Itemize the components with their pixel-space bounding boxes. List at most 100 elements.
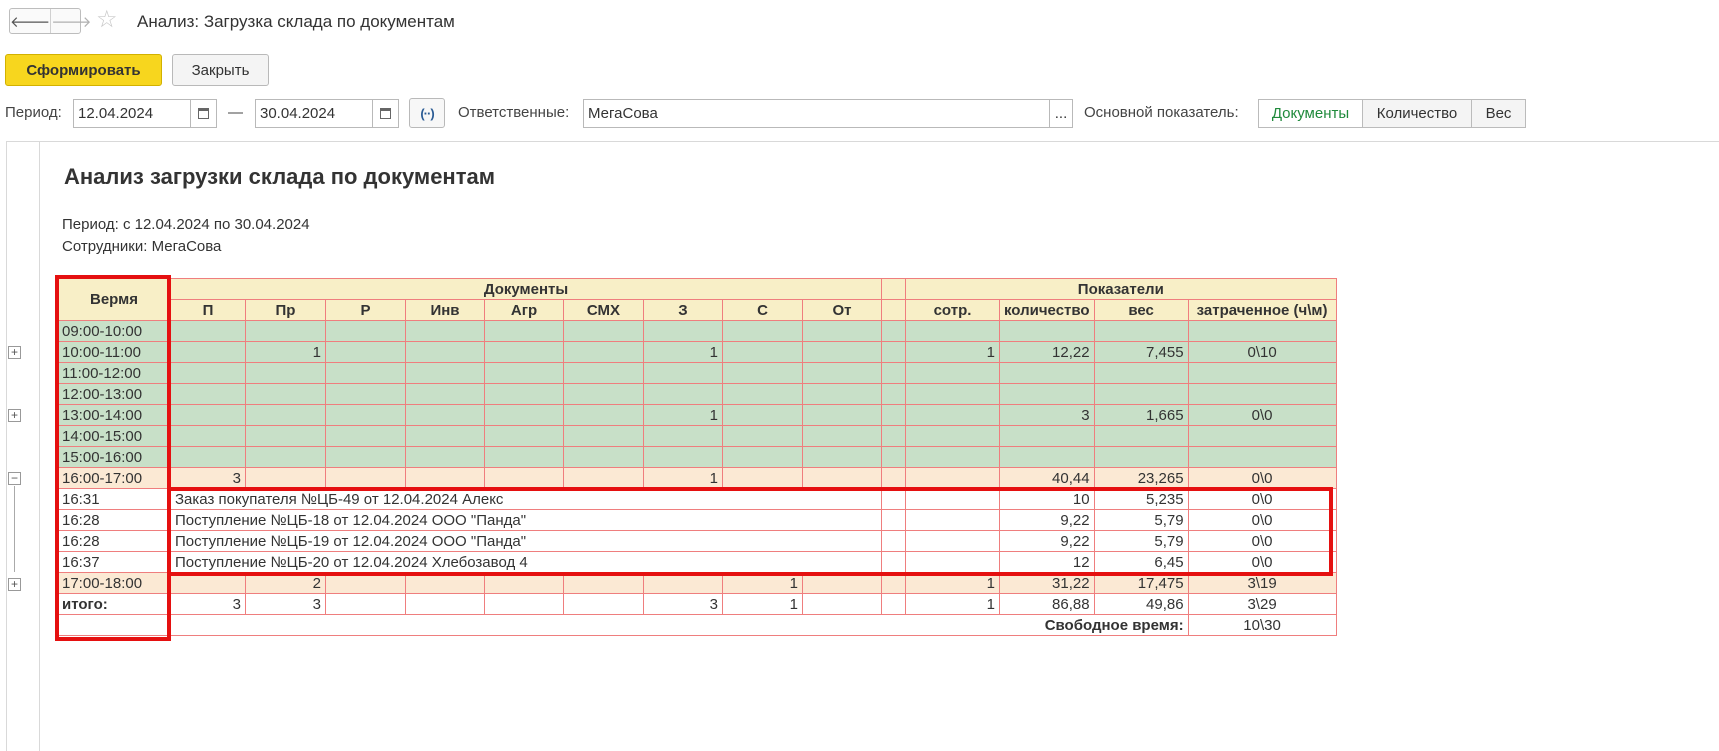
spacer-cell	[881, 383, 906, 405]
doc-count-cell: 3	[643, 593, 723, 615]
doc-count-cell	[722, 446, 803, 468]
indicator-cell: 0\0	[1187, 404, 1337, 426]
doc-count-cell	[325, 425, 406, 447]
indicator-cell	[1093, 446, 1189, 468]
indicator-cell: 23,265	[1093, 467, 1189, 489]
doc-count-cell	[245, 446, 326, 468]
doc-count-cell	[325, 362, 406, 384]
doc-count-cell	[405, 404, 485, 426]
indicator-cell	[1187, 446, 1337, 468]
indicator-cell	[905, 362, 1000, 384]
doc-count-cell	[245, 425, 326, 447]
doc-count-cell: 1	[245, 341, 326, 363]
responsible-label: Ответственные:	[458, 104, 570, 121]
doc-count-cell	[170, 362, 246, 384]
forward-button[interactable]: 🡒	[50, 9, 91, 33]
report-left-border	[6, 141, 7, 751]
doc-count-cell	[722, 383, 803, 405]
header-indicator-column: затраченное (ч\м)	[1187, 299, 1337, 321]
header-group-documents: Документы	[170, 278, 882, 300]
date-from-calendar-button[interactable]	[191, 99, 217, 128]
indicator-cell	[999, 362, 1095, 384]
doc-count-cell	[245, 320, 326, 342]
plus-box-icon[interactable]: +	[8, 409, 21, 422]
group-tree-line	[14, 486, 15, 572]
doc-count-cell	[484, 320, 564, 342]
header-group-indicators: Показатели	[905, 278, 1337, 300]
period-select-button[interactable]: (··)	[409, 98, 445, 128]
header-indicator-column: сотр.	[905, 299, 1000, 321]
doc-count-cell	[405, 341, 485, 363]
doc-count-cell	[484, 362, 564, 384]
indicator-cell	[1187, 425, 1337, 447]
doc-count-cell	[245, 467, 326, 489]
indicator-label: Основной показатель:	[1084, 104, 1239, 121]
spacer-cell	[881, 362, 906, 384]
header-doc-column: З	[643, 299, 723, 321]
indicator-documents-toggle[interactable]: Документы	[1258, 99, 1363, 128]
doc-count-cell	[484, 467, 564, 489]
minus-box-icon[interactable]: −	[8, 472, 21, 485]
doc-count-cell	[484, 404, 564, 426]
responsible-select-button[interactable]: ...	[1049, 99, 1073, 128]
grouping-gutter	[39, 142, 40, 751]
doc-count-cell	[643, 362, 723, 384]
date-to-calendar-button[interactable]	[373, 99, 399, 128]
header-spacer	[881, 299, 906, 321]
doc-count-cell: 3	[170, 593, 246, 615]
doc-count-cell	[484, 425, 564, 447]
doc-count-cell	[245, 404, 326, 426]
report-employees-line: Сотрудники: МегаСова	[62, 238, 222, 255]
hour-row: 14:00-15:00	[57, 425, 1337, 447]
report-period-line: Период: с 12.04.2024 по 30.04.2024	[62, 216, 310, 233]
hour-row: 12:00-13:00	[57, 383, 1337, 405]
indicator-cell: 12,22	[999, 341, 1095, 363]
spacer-cell	[881, 446, 906, 468]
indicator-cell	[905, 320, 1000, 342]
doc-count-cell	[405, 383, 485, 405]
plus-box-icon[interactable]: +	[8, 346, 21, 359]
header-indicator-column: вес	[1093, 299, 1189, 321]
doc-count-cell	[643, 425, 723, 447]
doc-count-cell: 1	[643, 341, 723, 363]
doc-count-cell: 1	[643, 467, 723, 489]
indicator-weight-toggle[interactable]: Вес	[1471, 99, 1526, 128]
indicator-cell	[999, 446, 1095, 468]
calendar-icon	[380, 108, 391, 119]
doc-count-cell	[484, 446, 564, 468]
header-doc-column: Агр	[484, 299, 564, 321]
back-button[interactable]: 🡐	[10, 9, 50, 33]
doc-count-cell	[722, 341, 803, 363]
doc-count-cell	[563, 593, 644, 615]
indicator-cell	[905, 446, 1000, 468]
generate-button[interactable]: Сформировать	[5, 54, 162, 86]
indicator-cell	[905, 425, 1000, 447]
spacer-cell	[881, 467, 906, 489]
plus-box-icon[interactable]: +	[8, 578, 21, 591]
doc-count-cell	[563, 362, 644, 384]
star-icon[interactable]: ☆	[96, 7, 118, 33]
doc-count-cell	[722, 404, 803, 426]
doc-count-cell	[405, 446, 485, 468]
doc-count-cell	[802, 362, 882, 384]
indicator-quantity-toggle[interactable]: Количество	[1362, 99, 1472, 128]
indicator-cell	[999, 320, 1095, 342]
doc-count-cell	[405, 320, 485, 342]
doc-count-cell	[563, 404, 644, 426]
responsible-field[interactable]: МегаСова	[583, 99, 1050, 128]
date-from-field[interactable]: 12.04.2024	[73, 99, 191, 128]
doc-count-cell: 3	[170, 467, 246, 489]
detail-rows-highlight	[167, 487, 1333, 576]
doc-count-cell	[563, 446, 644, 468]
doc-count-cell: 1	[643, 404, 723, 426]
doc-count-cell	[484, 593, 564, 615]
date-to-field[interactable]: 30.04.2024	[255, 99, 373, 128]
calendar-icon	[198, 108, 209, 119]
doc-count-cell	[325, 593, 406, 615]
doc-count-cell	[245, 362, 326, 384]
indicator-cell: 86,88	[999, 593, 1095, 615]
doc-count-cell	[722, 467, 803, 489]
close-button[interactable]: Закрыть	[172, 54, 269, 86]
doc-count-cell	[563, 383, 644, 405]
indicator-cell: 40,44	[999, 467, 1095, 489]
